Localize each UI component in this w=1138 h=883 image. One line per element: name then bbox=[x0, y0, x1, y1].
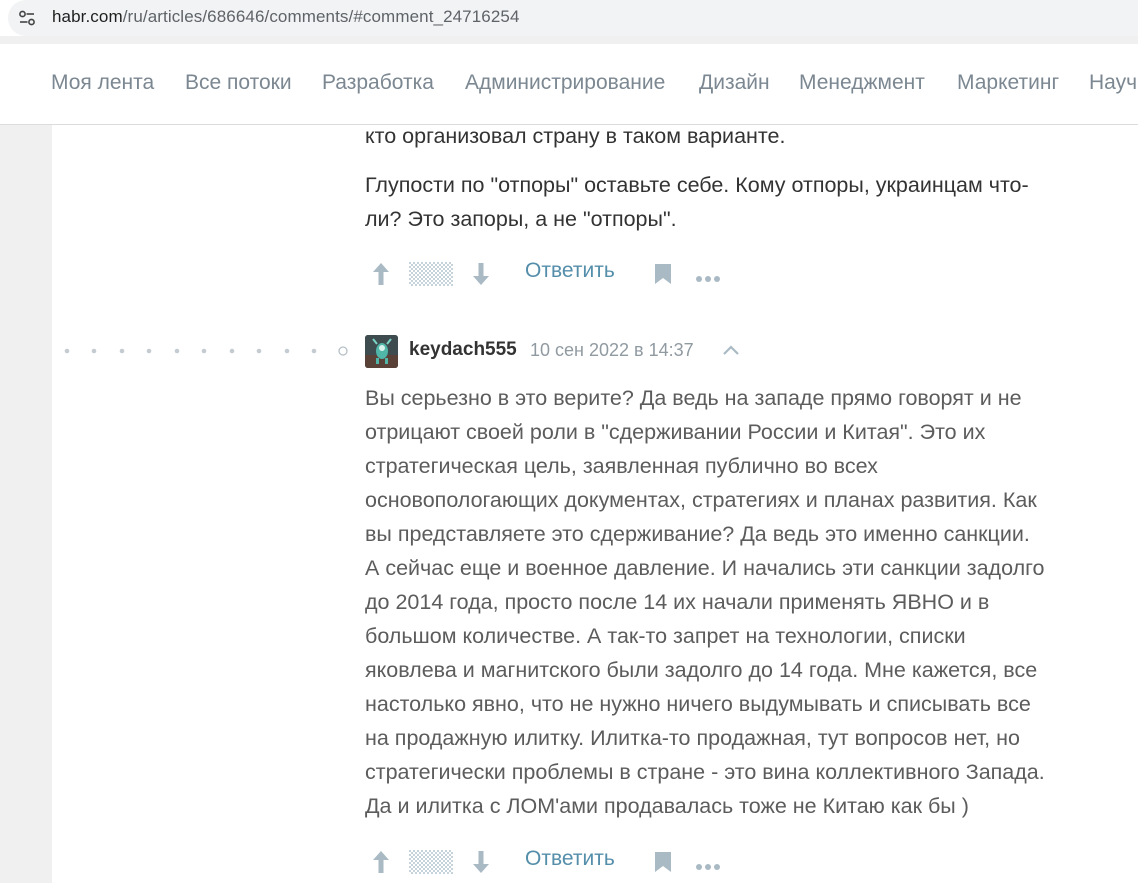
comment-text-line: настолько явно, что не нужно ничего выду… bbox=[365, 692, 1031, 716]
comment-text-line: до 2014 года, просто после 14 их начали … bbox=[365, 590, 990, 614]
nav-item-management[interactable]: Менеджмент bbox=[799, 71, 925, 95]
chevron-up-icon[interactable] bbox=[722, 343, 740, 362]
comment-text-line: вы представляете это сдерживание? Да вед… bbox=[365, 522, 1030, 546]
comment-text-line: кто организовал страну в таком варианте. bbox=[365, 124, 786, 148]
bookmark-icon[interactable] bbox=[654, 263, 672, 290]
comment-text-line: Вы серьезно в это верите? Да ведь на зап… bbox=[365, 386, 1022, 410]
url-host: habr.com bbox=[52, 7, 123, 26]
bookmark-icon[interactable] bbox=[654, 851, 672, 878]
url-path: /ru/articles/686646/comments/#comment_24… bbox=[122, 7, 520, 26]
thread-indent-dots bbox=[62, 344, 352, 356]
score-hidden-pattern bbox=[409, 262, 453, 291]
more-options-icon[interactable] bbox=[695, 858, 721, 876]
upvote-icon[interactable] bbox=[371, 849, 391, 880]
comment-author[interactable]: keydach555 bbox=[409, 339, 517, 361]
url-field[interactable]: habr.com/ru/articles/686646/comments/#co… bbox=[8, 0, 1138, 36]
tune-icon[interactable] bbox=[18, 9, 36, 27]
nav-item-marketing[interactable]: Маркетинг bbox=[957, 71, 1059, 95]
reply-button[interactable]: Ответить bbox=[525, 847, 615, 871]
downvote-icon[interactable] bbox=[471, 849, 491, 880]
upvote-icon[interactable] bbox=[371, 261, 391, 292]
comment-text-line: стратегическая цель, заявленная публично… bbox=[365, 454, 878, 478]
url-text: habr.com/ru/articles/686646/comments/#co… bbox=[52, 7, 520, 27]
nav-item-all-flows[interactable]: Все потоки bbox=[185, 71, 292, 95]
comment-text-line: большом количестве. А так-то запрет на т… bbox=[365, 624, 966, 648]
nav-item-my-feed[interactable]: Моя лента bbox=[51, 71, 154, 95]
avatar[interactable] bbox=[365, 335, 398, 368]
reply-button[interactable]: Ответить bbox=[525, 259, 615, 283]
comment-text-line: Да и илитка с ЛОМ'ами продавалась тоже н… bbox=[365, 794, 969, 818]
nav-item-design[interactable]: Дизайн bbox=[699, 71, 770, 95]
downvote-icon[interactable] bbox=[471, 261, 491, 292]
flows-nav: Моя лента Все потоки Разработка Админист… bbox=[0, 44, 1138, 125]
comment-text-line: А сейчас еще и военное давление. И начал… bbox=[365, 556, 1045, 580]
nav-item-administration[interactable]: Администрирование bbox=[465, 71, 665, 95]
nav-item-science[interactable]: Науч bbox=[1089, 71, 1137, 95]
comment-text-line: стратегически проблемы в стране - это ви… bbox=[365, 760, 1045, 784]
comment-text-line: отрицают своей роли в "сдерживании Росси… bbox=[365, 420, 986, 444]
nav-item-development[interactable]: Разработка bbox=[322, 71, 434, 95]
comment-text-line: яковлева и магнитского были задолго до 1… bbox=[365, 658, 1038, 682]
comment-text-line: ли? Это запоры, а не "отпоры". bbox=[365, 207, 677, 231]
browser-address-bar: habr.com/ru/articles/686646/comments/#co… bbox=[0, 0, 1138, 36]
score-hidden-pattern bbox=[409, 850, 453, 879]
comment-text-line: на продажную илитку. Илитка-то продажная… bbox=[365, 726, 1020, 750]
comment-date[interactable]: 10 сен 2022 в 14:37 bbox=[530, 340, 694, 361]
more-options-icon[interactable] bbox=[695, 270, 721, 288]
comment-text-line: основопологающих документах, стратегиях … bbox=[365, 488, 1037, 512]
comment-text-line: Глупости по "отпоры" оставьте себе. Кому… bbox=[365, 173, 1029, 197]
